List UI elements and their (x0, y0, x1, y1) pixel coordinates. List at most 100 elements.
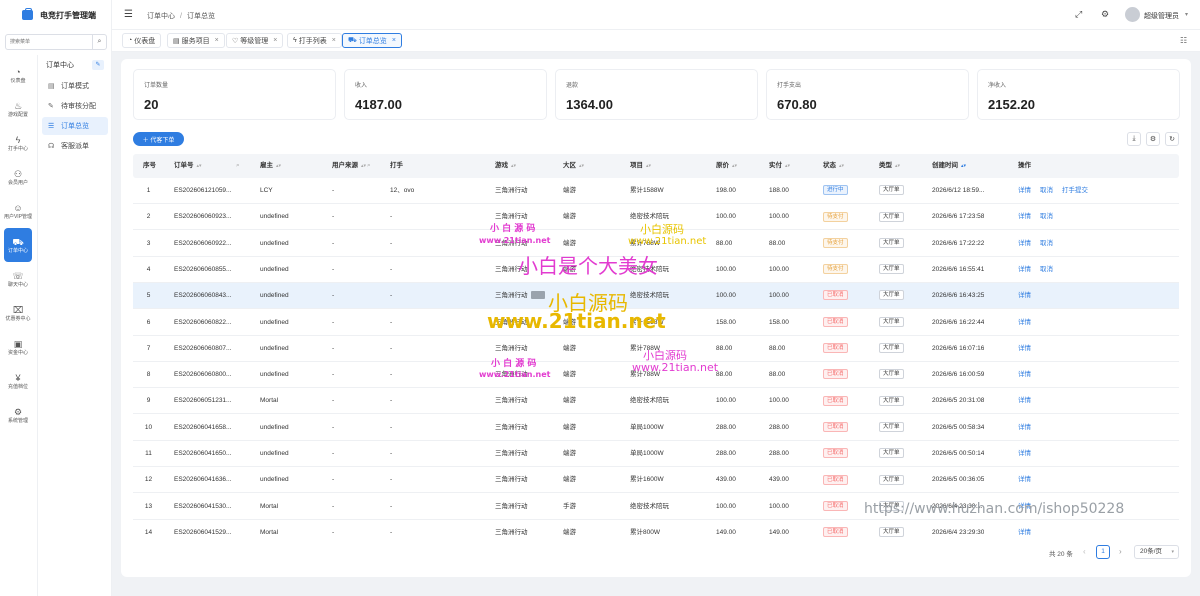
table-row[interactable]: 7 ES202606060807... undefined - - 三角洲行动 端游 累计78… (133, 336, 1179, 362)
rail-item[interactable]: ϟ 打手中心 (0, 126, 36, 160)
action-link[interactable]: 取消 (1040, 187, 1053, 194)
table-row[interactable]: 13 ES202606041530... Mortal - - 三角洲行动 手游 绝密技术陪玩… (133, 494, 1179, 520)
action-link[interactable]: 详情 (1018, 397, 1031, 404)
action-link[interactable]: 详情 (1018, 503, 1031, 510)
table-row[interactable]: 5 ES202606060843... undefined - - 三角洲行动 绝密技术陪玩… (133, 283, 1179, 310)
column-header-order_no[interactable]: 订单号 ▴▾ (174, 154, 202, 178)
sort-icon[interactable]: ▴▾ (511, 163, 516, 169)
table-row[interactable]: 11 ES202606041650... undefined - - 三角洲行动 端游 单局1… (133, 441, 1179, 467)
submenu-item[interactable]: ✎ 待审核分配 (42, 97, 108, 115)
breadcrumb-item[interactable]: 订单中心 (147, 13, 175, 20)
rail-item[interactable]: ♨ 游戏配置 (0, 92, 36, 126)
avatar[interactable] (1125, 7, 1140, 22)
sort-icon[interactable]: ▴▾ (276, 163, 281, 169)
submenu-item[interactable]: ☊ 客服派单 (42, 137, 108, 155)
column-header-source[interactable]: 用户来源 ▴▾ (332, 154, 366, 178)
submenu-item[interactable]: ▤ 订单模式 (42, 77, 108, 95)
action-link[interactable]: 详情 (1018, 319, 1031, 326)
tab-item[interactable]: ⛟ 订单总览 × (342, 33, 402, 48)
rail-item[interactable]: ⚇ 会员用户 (0, 160, 36, 194)
close-icon[interactable]: × (392, 37, 396, 44)
sort-icon[interactable]: ▴▾ (895, 163, 900, 169)
rail-item[interactable]: ¥ 充值档位 (0, 364, 36, 398)
action-link[interactable]: 详情 (1018, 240, 1031, 247)
add-order-button[interactable]: ＋ 代客下单 (133, 132, 184, 146)
tabs-menu-icon[interactable]: ☷ (1180, 36, 1187, 45)
column-header-employer[interactable]: 雇主 ▴▾ (260, 154, 281, 178)
table-row[interactable]: 2 ES202606060923... undefined - - 三角洲行动 端游 绝密技术… (133, 204, 1179, 231)
menu-search-input[interactable] (6, 35, 92, 49)
column-settings-icon[interactable]: ⚙ (1146, 132, 1160, 146)
sort-icon[interactable]: ▴▾ (579, 163, 584, 169)
action-link[interactable]: 取消 (1040, 240, 1053, 247)
action-link[interactable]: 详情 (1018, 476, 1031, 483)
table-row[interactable]: 4 ES202606060855... undefined - - 三角洲行动 端游 绝密技术… (133, 257, 1179, 283)
action-link[interactable]: 详情 (1018, 187, 1031, 194)
sort-icon[interactable]: ▴▾ (361, 163, 366, 169)
prev-page-icon[interactable]: ‹ (1083, 547, 1086, 556)
sort-icon[interactable]: ▴▾ (732, 163, 737, 169)
sort-icon[interactable]: ▴▾ (646, 163, 651, 169)
column-header-item[interactable]: 项目 ▴▾ (630, 154, 651, 178)
sort-icon[interactable]: ▴▾ (961, 163, 966, 169)
column-header-paid[interactable]: 实付 ▴▾ (769, 154, 790, 178)
search-icon[interactable]: ⌕ (92, 35, 106, 49)
tab-item[interactable]: ♡ 等级管理 × (226, 33, 284, 48)
action-link[interactable]: 详情 (1018, 424, 1031, 431)
rail-item[interactable]: ◔ 仪表盘 (0, 58, 36, 92)
table-row[interactable]: 12 ES202606041636... undefined - - 三角洲行动 端游 累计1… (133, 467, 1179, 494)
action-link[interactable]: 详情 (1018, 266, 1031, 273)
page-size-select[interactable]: 20条/页 ▾ (1134, 545, 1179, 559)
action-link[interactable]: 取消 (1040, 266, 1053, 273)
page-number-current[interactable]: 1 (1096, 545, 1110, 559)
rail-item[interactable]: ⛟ 订单中心 (4, 228, 32, 262)
sort-icon[interactable]: ▴▾ (785, 163, 790, 169)
table-row[interactable]: 1 ES202606121059... LCY - 12、ovo 三角洲行动 端游 累计158… (133, 178, 1179, 204)
column-header-game[interactable]: 游戏 ▴▾ (495, 154, 516, 178)
settings-gear-icon[interactable]: ⚙ (1101, 9, 1109, 20)
download-icon[interactable]: ⤓ (1127, 132, 1141, 146)
filter-icon[interactable]: ⌕ (367, 154, 371, 178)
column-header-region[interactable]: 大区 ▴▾ (563, 154, 584, 178)
action-link[interactable]: 详情 (1018, 529, 1031, 536)
user-name[interactable]: 超级管理员 (1144, 11, 1179, 21)
rail-item[interactable]: ▣ 资金中心 (0, 330, 36, 364)
column-header-created[interactable]: 创建时间 ▴▾ (932, 154, 966, 178)
pin-icon[interactable]: ✎ (92, 60, 104, 70)
table-row[interactable]: 14 ES202606041529... Mortal - - 三角洲行动 端游 累计800W… (133, 520, 1179, 538)
table-row[interactable]: 6 ES202606060822... undefined - - 三角洲行动 端游 累计15… (133, 310, 1179, 336)
submenu-item[interactable]: ☰ 订单总览 (42, 117, 108, 135)
tab-item[interactable]: ◔ 仪表盘 (122, 33, 162, 48)
refresh-icon[interactable]: ↻ (1165, 132, 1179, 146)
action-link[interactable]: 详情 (1018, 213, 1031, 220)
chevron-down-icon[interactable]: ▾ (1185, 11, 1188, 18)
column-header-price[interactable]: 原价 ▴▾ (716, 154, 737, 178)
fullscreen-icon[interactable]: ⤢ (1075, 9, 1082, 20)
rail-item[interactable]: ☺ 用户VIP管理 (0, 194, 36, 228)
next-page-icon[interactable]: › (1119, 547, 1122, 556)
action-link[interactable]: 详情 (1018, 345, 1031, 352)
action-link[interactable]: 详情 (1018, 292, 1031, 299)
rail-item[interactable]: ⌧ 优惠券中心 (0, 296, 36, 330)
table-row[interactable]: 9 ES202606051231... Mortal - - 三角洲行动 端游 绝密技术陪玩 1… (133, 388, 1179, 415)
action-link[interactable]: 详情 (1018, 371, 1031, 378)
rail-item[interactable]: ⚙ 系统管理 (0, 398, 36, 432)
tab-item[interactable]: ϟ 打手列表 × (287, 33, 342, 48)
filter-icon[interactable]: ⌕ (236, 154, 240, 178)
sort-icon[interactable]: ▴▾ (839, 163, 844, 169)
action-link[interactable]: 打手提交 (1062, 187, 1088, 194)
close-icon[interactable]: × (215, 37, 219, 44)
table-row[interactable]: 3 ES202606060922... undefined - - 三角洲行动 端游 累计78… (133, 231, 1179, 257)
brand[interactable]: 电竞打手管理端 (0, 0, 112, 30)
close-icon[interactable]: × (332, 37, 336, 44)
menu-fold-icon[interactable]: ☰ (124, 9, 133, 20)
action-link[interactable]: 取消 (1040, 213, 1053, 220)
table-row[interactable]: 8 ES202606060800... undefined - - 三角洲行动 端游 累计78… (133, 362, 1179, 389)
close-icon[interactable]: × (273, 37, 277, 44)
action-link[interactable]: 详情 (1018, 450, 1031, 457)
tab-item[interactable]: ▤ 服务项目 × (167, 33, 225, 48)
rail-item[interactable]: ☏ 聊天中心 (0, 262, 36, 296)
sort-icon[interactable]: ▴▾ (197, 163, 202, 169)
column-header-status[interactable]: 状态 ▴▾ (823, 154, 844, 178)
column-header-type[interactable]: 类型 ▴▾ (879, 154, 900, 178)
